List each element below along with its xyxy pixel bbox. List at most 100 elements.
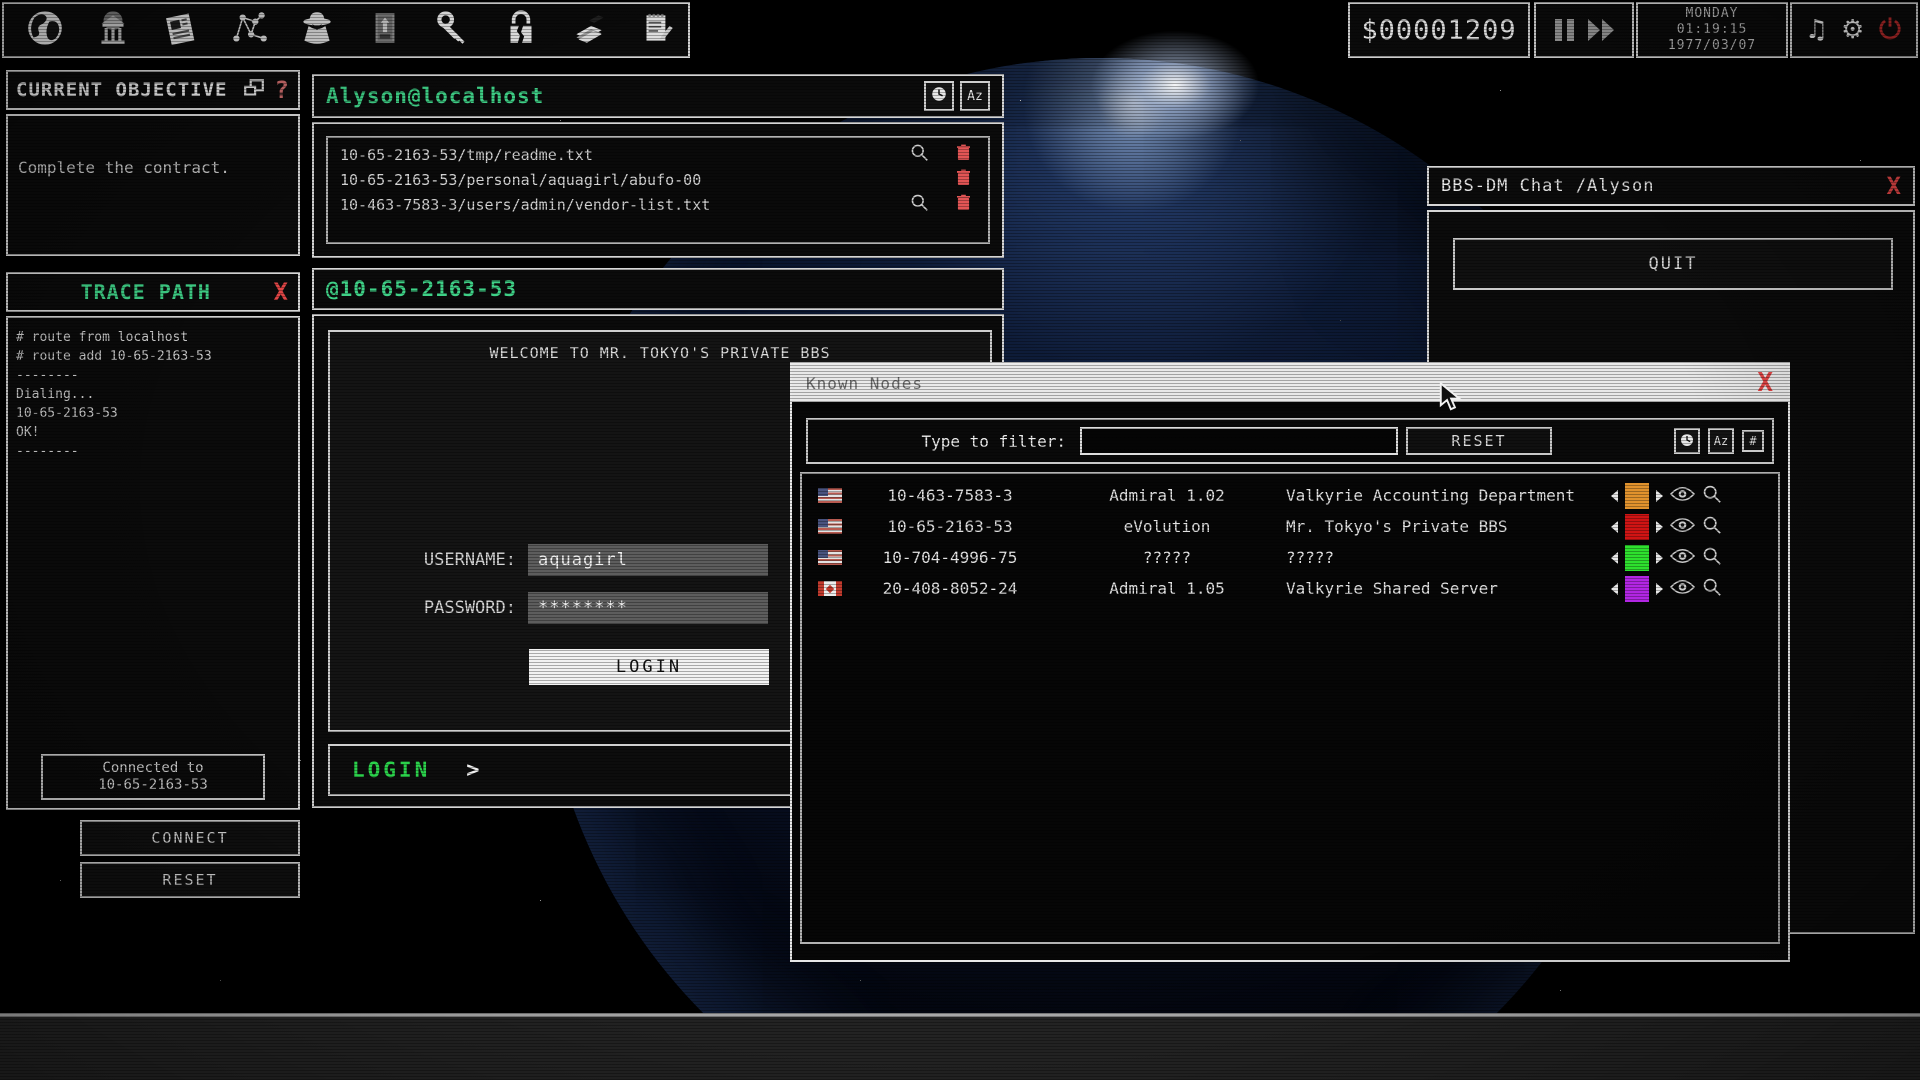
node-row[interactable]: 10-65-2163-53 eVolution Mr. Tokyo's Priv… bbox=[802, 511, 1778, 542]
inspect-node-button[interactable] bbox=[1702, 484, 1722, 508]
eye-icon bbox=[1670, 580, 1695, 599]
watch-node-button[interactable] bbox=[1670, 517, 1695, 537]
node-row[interactable]: 10-463-7583-3 Admiral 1.02 Valkyrie Acco… bbox=[802, 480, 1778, 511]
power-button[interactable] bbox=[1877, 15, 1903, 45]
node-os: eVolution bbox=[1048, 517, 1286, 536]
node-color-swatch[interactable] bbox=[1625, 514, 1649, 540]
delete-file-button[interactable] bbox=[950, 169, 976, 190]
quit-button[interactable]: QUIT bbox=[1453, 238, 1893, 290]
bbs-login-button[interactable]: LOGIN bbox=[529, 649, 769, 685]
file-list: 10-65-2163-53/tmp/readme.txt 10-65-2163-… bbox=[326, 136, 990, 244]
network-icon bbox=[228, 7, 270, 53]
dossier-button[interactable] bbox=[362, 7, 408, 53]
sort-time-button[interactable] bbox=[924, 81, 954, 111]
bottom-bar bbox=[0, 1017, 1920, 1080]
file-row[interactable]: 10-65-2163-53/tmp/readme.txt bbox=[340, 142, 976, 167]
notes-button[interactable] bbox=[634, 7, 680, 53]
chat-close-button[interactable]: X bbox=[1887, 174, 1901, 198]
clock-icon bbox=[1679, 432, 1695, 451]
cracking-button[interactable] bbox=[498, 7, 544, 53]
sort-az-button[interactable]: Az bbox=[1708, 428, 1734, 454]
help-button[interactable]: ? bbox=[275, 76, 290, 104]
sort-time-button[interactable] bbox=[1674, 428, 1700, 454]
file-path: 10-463-7583-3/users/admin/vendor-list.tx… bbox=[340, 196, 710, 214]
nodes-close-button[interactable]: X bbox=[1757, 370, 1774, 396]
file-row[interactable]: 10-65-2163-53/personal/aquagirl/abufo-00 bbox=[340, 167, 976, 192]
view-file-button[interactable] bbox=[906, 143, 932, 166]
bank-button[interactable] bbox=[90, 7, 136, 53]
sort-number-button[interactable]: # bbox=[1742, 430, 1764, 452]
node-number: 10-463-7583-3 bbox=[852, 486, 1048, 505]
view-file-button[interactable] bbox=[906, 193, 932, 216]
world-icon bbox=[24, 7, 66, 53]
eye-icon bbox=[1670, 487, 1695, 506]
password-input[interactable] bbox=[528, 592, 768, 624]
delete-file-button[interactable] bbox=[950, 144, 976, 165]
color-next-arrow[interactable] bbox=[1656, 490, 1663, 502]
missions-button[interactable] bbox=[294, 7, 340, 53]
restore-window-icon bbox=[243, 78, 265, 103]
color-next-arrow[interactable] bbox=[1656, 552, 1663, 564]
money-display: $00001209 bbox=[1348, 2, 1530, 58]
color-prev-arrow[interactable] bbox=[1611, 521, 1618, 533]
connect-button[interactable]: CONNECT bbox=[80, 820, 300, 856]
inspect-node-button[interactable] bbox=[1702, 546, 1722, 570]
system-buttons: ♫ ⚙ bbox=[1790, 2, 1918, 58]
delete-file-button[interactable] bbox=[950, 194, 976, 215]
trace-close-button[interactable]: X bbox=[274, 280, 288, 304]
dossier-icon bbox=[364, 7, 406, 53]
remote-titlebar: @10-65-2163-53 bbox=[312, 268, 1004, 310]
inspect-node-button[interactable] bbox=[1702, 577, 1722, 601]
network-map-button[interactable] bbox=[226, 7, 272, 53]
music-button[interactable]: ♫ bbox=[1805, 17, 1828, 43]
node-color-swatch[interactable] bbox=[1625, 545, 1649, 571]
magnifier-icon bbox=[910, 143, 929, 166]
us-flag-icon bbox=[818, 488, 842, 503]
magnifier-icon bbox=[1702, 551, 1722, 570]
color-prev-arrow[interactable] bbox=[1611, 552, 1618, 564]
software-button[interactable] bbox=[566, 7, 612, 53]
username-input[interactable] bbox=[528, 544, 768, 576]
sun-glint bbox=[1090, 30, 1260, 140]
inspect-node-button[interactable] bbox=[1702, 515, 1722, 539]
chat-title: BBS-DM Chat /Alyson bbox=[1441, 176, 1654, 196]
color-prev-arrow[interactable] bbox=[1611, 583, 1618, 595]
news-button[interactable] bbox=[158, 7, 204, 53]
node-row[interactable]: 20-408-8052-24 Admiral 1.05 Valkyrie Sha… bbox=[802, 573, 1778, 604]
magnifier-icon bbox=[1702, 489, 1722, 508]
trace-reset-button[interactable]: RESET bbox=[80, 862, 300, 898]
nodes-titlebar[interactable]: Known Nodes X bbox=[792, 364, 1788, 402]
watch-node-button[interactable] bbox=[1670, 579, 1695, 599]
file-row[interactable]: 10-463-7583-3/users/admin/vendor-list.tx… bbox=[340, 192, 976, 217]
color-prev-arrow[interactable] bbox=[1611, 490, 1618, 502]
world-map-button[interactable] bbox=[22, 7, 68, 53]
clock-date: 1977/03/07 bbox=[1668, 38, 1756, 54]
filter-input[interactable] bbox=[1080, 427, 1398, 455]
node-name: ????? bbox=[1286, 548, 1611, 567]
fast-forward-button[interactable] bbox=[1588, 19, 1614, 41]
popout-button[interactable] bbox=[243, 78, 265, 103]
node-name: Valkyrie Accounting Department bbox=[1286, 486, 1611, 505]
settings-button[interactable]: ⚙ bbox=[1841, 17, 1864, 43]
color-next-arrow[interactable] bbox=[1656, 583, 1663, 595]
watch-node-button[interactable] bbox=[1670, 486, 1695, 506]
trash-icon bbox=[957, 169, 970, 190]
objective-titlebar: CURRENT OBJECTIVE ? bbox=[6, 70, 300, 110]
filter-reset-button[interactable]: RESET bbox=[1406, 427, 1552, 455]
magnifier-icon bbox=[910, 193, 929, 216]
watch-node-button[interactable] bbox=[1670, 548, 1695, 568]
pause-button[interactable] bbox=[1555, 19, 1574, 41]
password-label: PASSWORD: bbox=[396, 598, 516, 618]
passwords-button[interactable] bbox=[430, 7, 476, 53]
node-color-swatch[interactable] bbox=[1625, 576, 1649, 602]
log-line: OK! bbox=[16, 423, 290, 442]
username-row: USERNAME: bbox=[396, 544, 768, 576]
node-row[interactable]: 10-704-4996-75 ????? ????? bbox=[802, 542, 1778, 573]
sort-az-button[interactable]: Az bbox=[960, 81, 990, 111]
node-color-swatch[interactable] bbox=[1625, 483, 1649, 509]
color-next-arrow[interactable] bbox=[1656, 521, 1663, 533]
trace-log: # route from localhost # route add 10-65… bbox=[8, 318, 298, 471]
book-icon bbox=[568, 7, 610, 53]
spy-icon bbox=[296, 7, 338, 53]
node-name: Valkyrie Shared Server bbox=[1286, 579, 1611, 598]
